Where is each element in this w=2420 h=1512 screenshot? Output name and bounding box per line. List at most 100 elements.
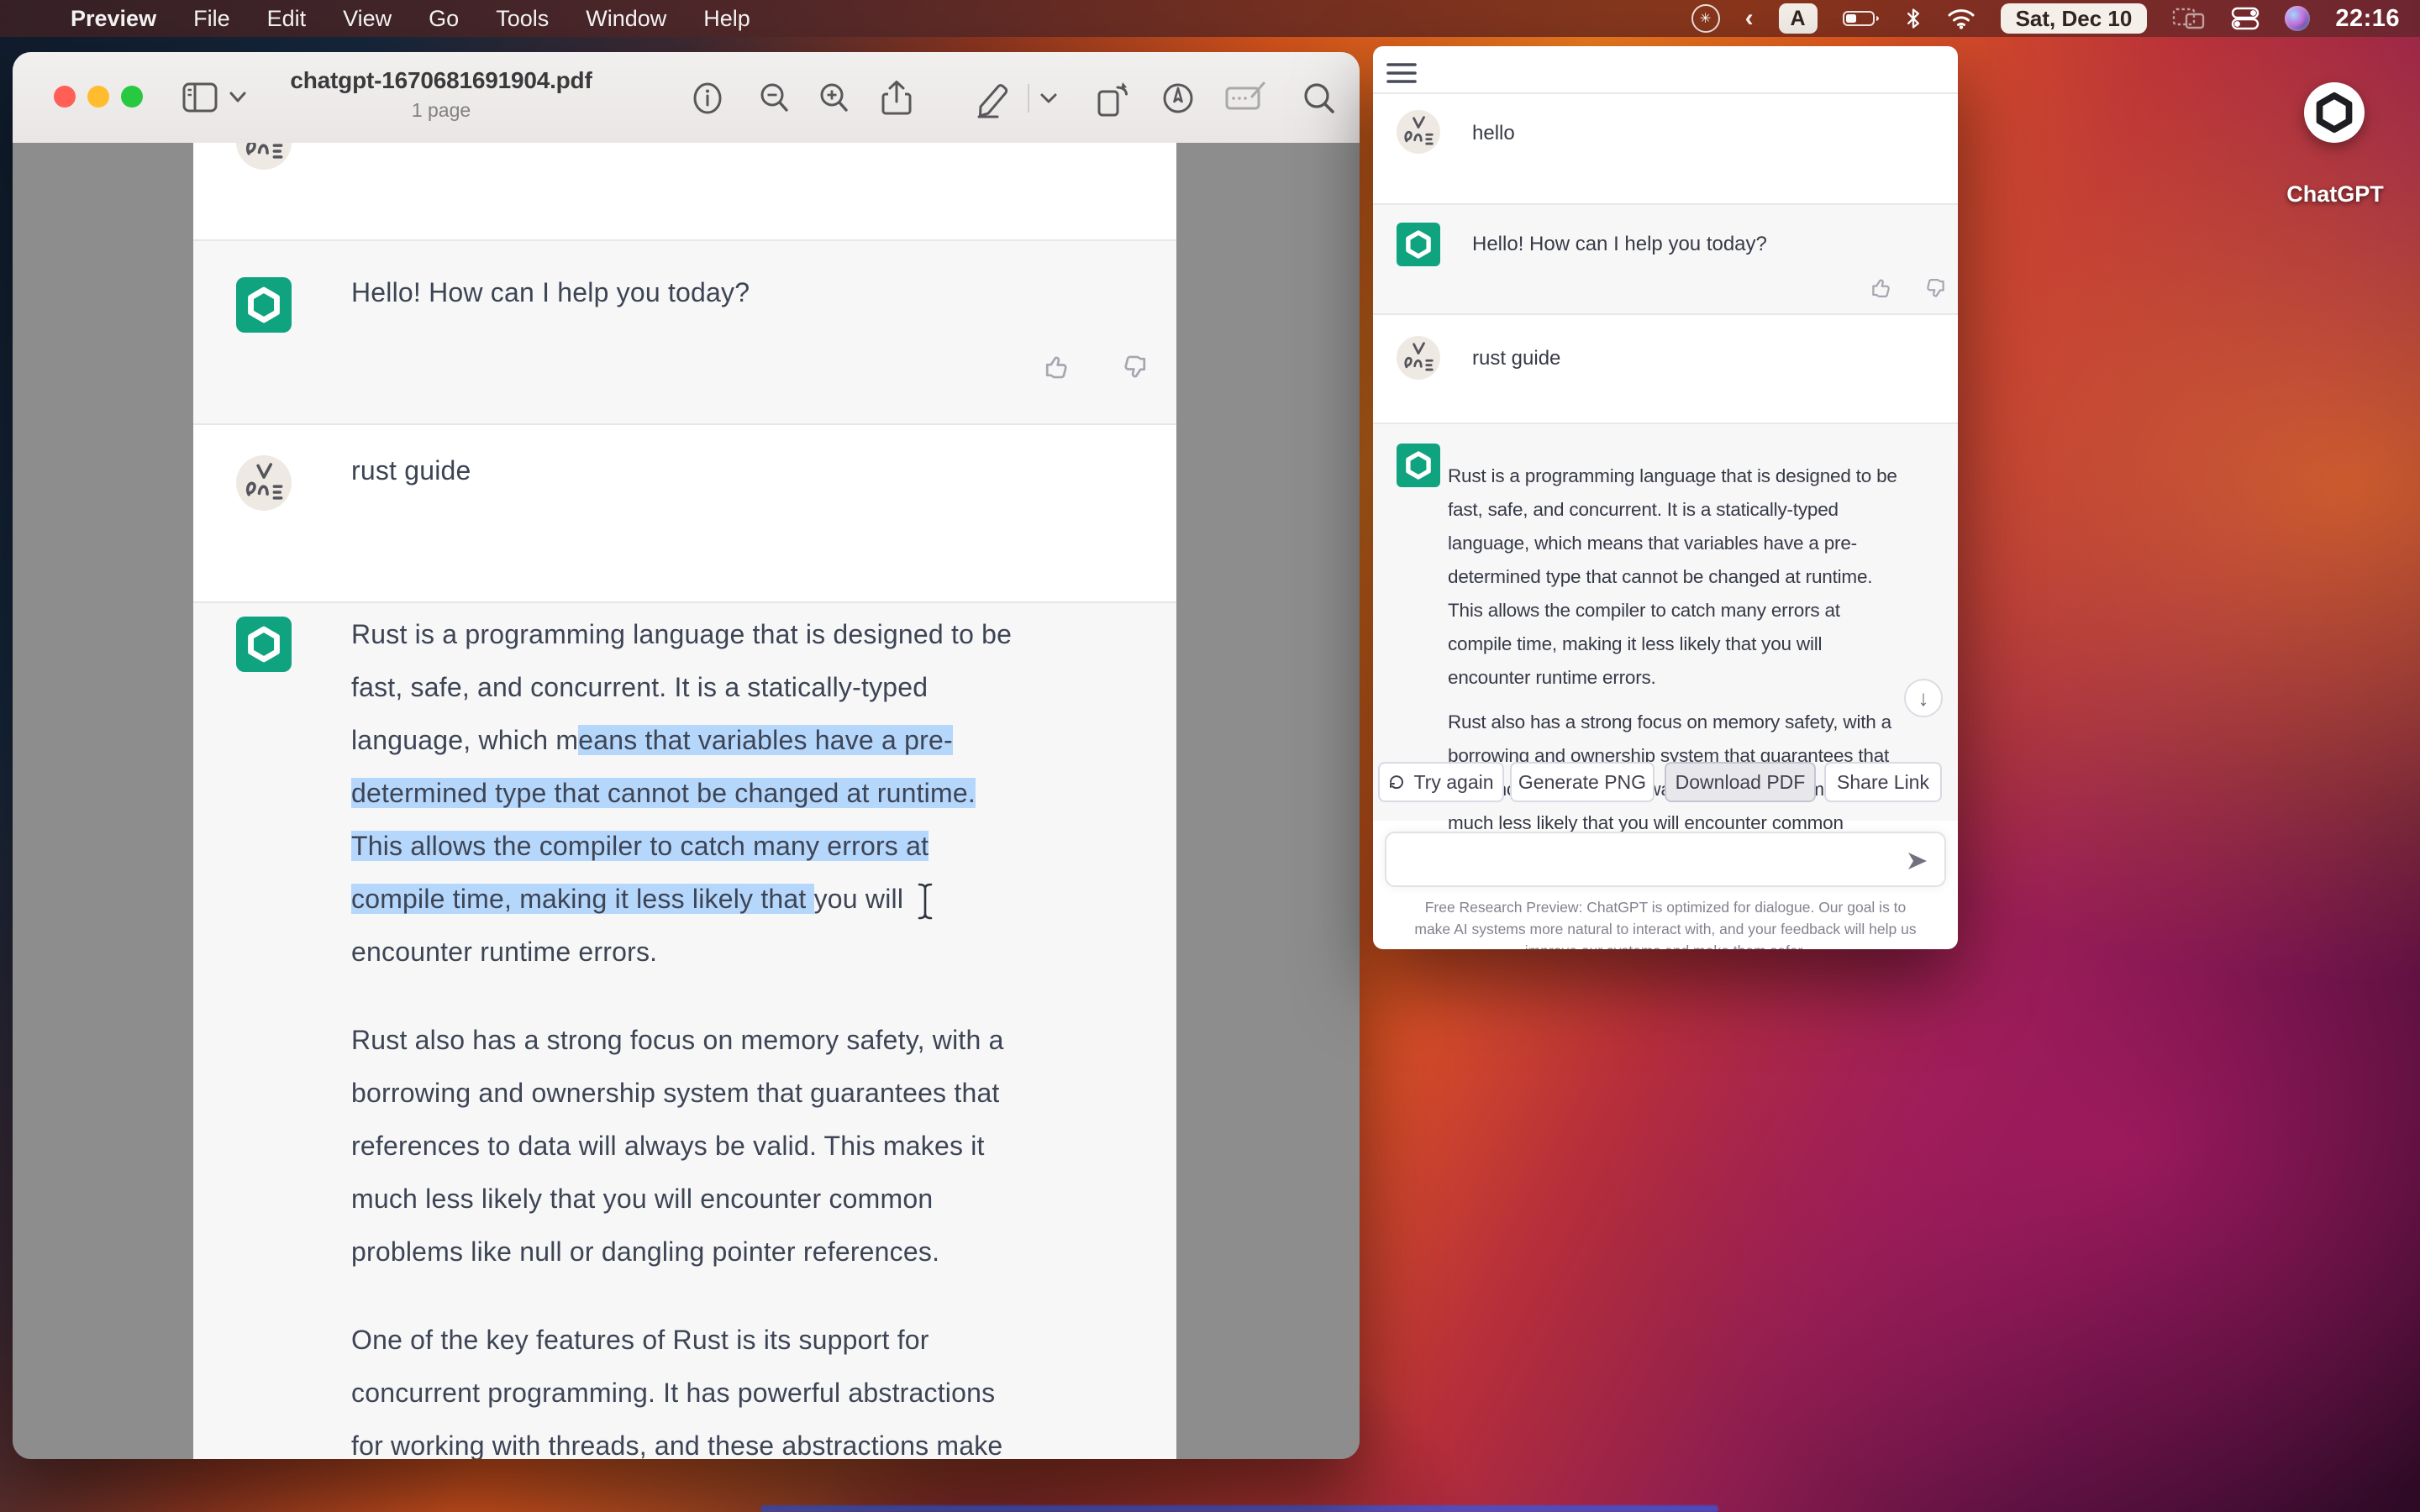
scroll-down-button[interactable]: ↓	[1904, 679, 1943, 717]
zoom-in-icon[interactable]	[816, 80, 853, 117]
user-avatar	[236, 455, 292, 511]
menu-window[interactable]: Window	[586, 6, 666, 32]
chevron-left-icon[interactable]: ‹	[1745, 4, 1754, 33]
bluetooth-icon[interactable]	[1905, 7, 1922, 30]
pdf-page[interactable]: Hello! How can I help you today? rust gu…	[193, 143, 1176, 1459]
preview-titlebar[interactable]: chatgpt-1670681691904.pdf 1 page	[13, 52, 1360, 144]
thumbs-up-icon[interactable]	[1870, 275, 1895, 300]
chevron-down-small-icon[interactable]	[1039, 92, 1058, 105]
footer-line: make AI systems more natural to interact…	[1386, 918, 1944, 940]
keyboard-input-badge[interactable]: A	[1779, 3, 1818, 34]
markup-pen-icon[interactable]	[1160, 80, 1197, 117]
assistant-message: Hello! How can I help you today?	[1472, 233, 1767, 256]
openai-logo-icon	[2312, 91, 2356, 134]
form-fill-icon[interactable]	[1224, 80, 1268, 117]
text-line: references to data will always be valid.…	[351, 1120, 1175, 1173]
share-link-label: Share Link	[1837, 771, 1929, 794]
assistant-message-paragraphs: Rust is a programming language that is d…	[1448, 459, 1952, 874]
share-link-button[interactable]: Share Link	[1824, 762, 1942, 802]
window-title: chatgpt-1670681691904.pdf	[265, 67, 618, 94]
user-message: hello	[1472, 122, 1515, 145]
menu-tools[interactable]: Tools	[496, 6, 549, 32]
menu-date[interactable]: Sat, Dec 10	[2001, 3, 2148, 34]
thumbs-up-icon[interactable]	[1043, 351, 1073, 381]
user-message: rust guide	[351, 455, 471, 486]
display-mirror-icon[interactable]	[2172, 6, 2206, 31]
text-line: for working with threads, and these abst…	[351, 1420, 1175, 1459]
chatgpt-avatar	[236, 617, 292, 672]
text-line: encounter runtime errors.	[1448, 661, 1952, 695]
send-icon[interactable]	[1906, 850, 1929, 872]
chatgpt-avatar	[236, 277, 292, 333]
text-line: much less likely that you will encounter…	[351, 1173, 1175, 1226]
info-icon[interactable]	[689, 80, 726, 117]
assistant-message-paragraphs: Rust is a programming language that is d…	[351, 608, 1175, 1459]
preview-content-area[interactable]: Hello! How can I help you today? rust gu…	[13, 143, 1360, 1459]
download-pdf-label: Download PDF	[1676, 771, 1806, 794]
assistant-row	[193, 239, 1176, 425]
menu-help[interactable]: Help	[703, 6, 750, 32]
menu-go[interactable]: Go	[429, 6, 459, 32]
text-cursor	[914, 882, 936, 921]
app-menus: Preview File Edit View Go Tools Window H…	[71, 6, 750, 32]
text-line: concurrent programming. It has powerful …	[351, 1367, 1175, 1420]
chatgpt-desktop-icon-label[interactable]: ChatGPT	[2274, 181, 2396, 207]
selected-text: eans that variables have a pre-	[578, 725, 953, 755]
menu-extra-icon[interactable]: ✳	[1691, 4, 1720, 33]
chevron-down-icon[interactable]	[228, 91, 248, 104]
composer	[1385, 832, 1946, 887]
download-pdf-button[interactable]: Download PDF	[1665, 762, 1816, 802]
menu-file[interactable]: File	[193, 6, 230, 32]
thumbs-down-icon[interactable]	[1922, 276, 1947, 302]
try-again-label: Try again	[1413, 771, 1493, 794]
hamburger-menu-icon[interactable]	[1386, 61, 1417, 85]
generate-png-button[interactable]: Generate PNG	[1510, 762, 1655, 802]
selected-text: This allows the compiler to catch many e…	[351, 831, 929, 861]
thumbs-down-icon[interactable]	[1118, 353, 1149, 383]
zoom-button[interactable]	[121, 86, 143, 108]
rotate-icon[interactable]	[1092, 80, 1131, 118]
text-line: Rust also has a strong focus on memory s…	[351, 1014, 1175, 1067]
window-title-block: chatgpt-1670681691904.pdf 1 page	[265, 67, 618, 122]
chatgpt-avatar	[1397, 444, 1440, 487]
menu-edit[interactable]: Edit	[267, 6, 307, 32]
menu-clock[interactable]: 22:16	[2335, 5, 2400, 33]
user-avatar	[1397, 336, 1440, 380]
close-button[interactable]	[54, 86, 76, 108]
menu-view[interactable]: View	[343, 6, 392, 32]
footer-disclaimer: Free Research Preview: ChatGPT is optimi…	[1386, 896, 1944, 949]
text-line: compile time, making it less likely that…	[1448, 627, 1952, 661]
text-line: This allows the compiler to catch many e…	[1448, 594, 1952, 627]
try-again-button[interactable]: Try again	[1378, 762, 1504, 802]
text-line: Rust is a programming language that is d…	[351, 608, 1175, 661]
text-line: borrowing and ownership system that guar…	[351, 1067, 1175, 1120]
zoom-out-icon[interactable]	[756, 80, 793, 117]
chatgpt-desktop-icon[interactable]	[2304, 82, 2365, 143]
chatgpt-avatar	[1397, 223, 1440, 266]
message-input[interactable]	[1400, 838, 1891, 882]
wifi-icon[interactable]	[1947, 8, 1975, 29]
highlight-pen-icon[interactable]	[972, 80, 1013, 118]
sidebar-toggle-icon[interactable]	[181, 80, 219, 115]
search-icon[interactable]	[1300, 80, 1339, 118]
text-line: This allows the compiler to catch many e…	[351, 820, 1175, 873]
text-line: encounter runtime errors.	[351, 926, 1175, 979]
menu-bar: Preview File Edit View Go Tools Window H…	[0, 0, 2420, 37]
wallpaper-blue-fold	[760, 1505, 1718, 1512]
text-line: One of the key features of Rust is its s…	[351, 1314, 1175, 1367]
text-line: determined type that cannot be changed a…	[1448, 560, 1952, 594]
chatgpt-window: hello Hello! How can I help you today? r…	[1373, 46, 1958, 949]
control-center-icon[interactable]	[2231, 6, 2260, 31]
retry-icon	[1388, 774, 1405, 790]
user-avatar	[1397, 110, 1440, 154]
battery-icon[interactable]	[1843, 9, 1880, 28]
selected-text: determined type that cannot be changed a…	[351, 778, 976, 808]
text-line: fast, safe, and concurrent. It is a stat…	[1448, 493, 1952, 527]
siri-icon[interactable]	[2285, 6, 2310, 31]
text-line: compile time, making it less likely that…	[351, 873, 1175, 926]
text-line: fast, safe, and concurrent. It is a stat…	[351, 661, 1175, 714]
menu-preview[interactable]: Preview	[71, 6, 156, 32]
minimize-button[interactable]	[87, 86, 109, 108]
share-icon[interactable]	[878, 80, 915, 118]
text-line: determined type that cannot be changed a…	[351, 767, 1175, 820]
